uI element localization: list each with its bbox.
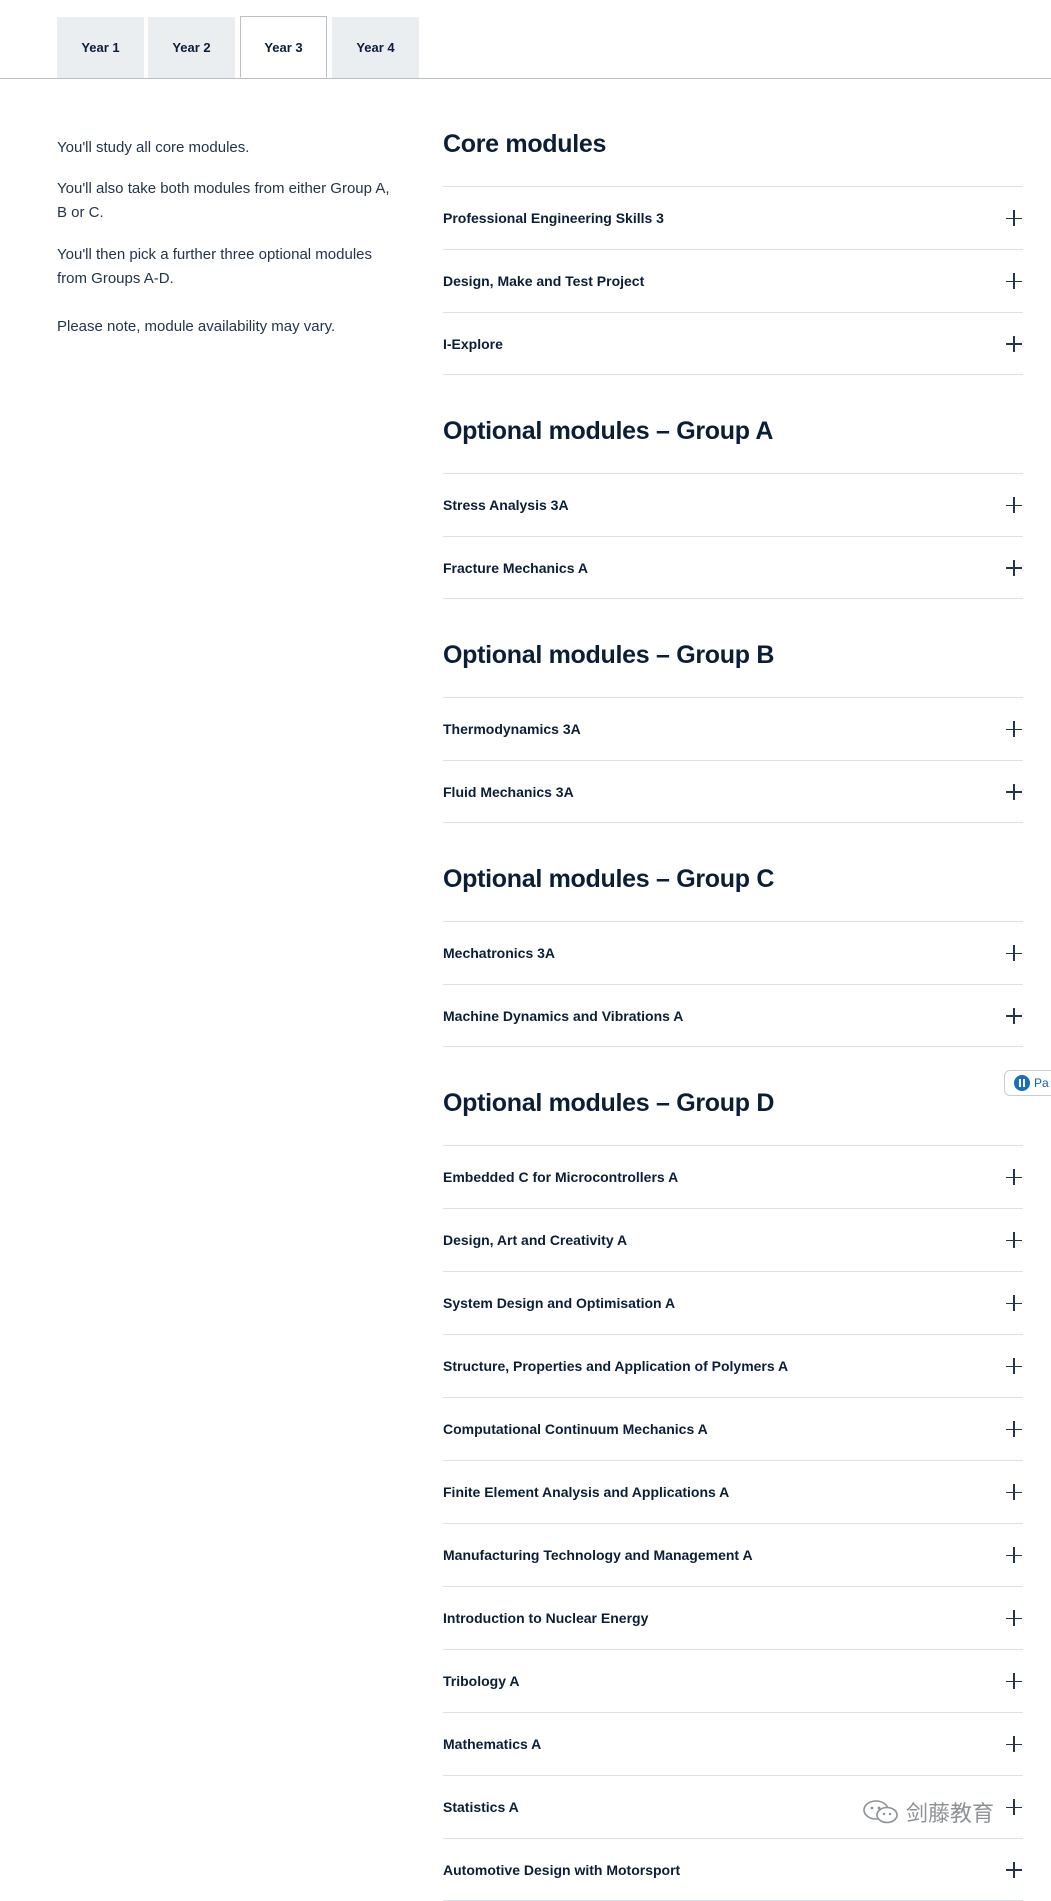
plus-icon[interactable] <box>1006 1007 1022 1024</box>
pause-icon <box>1014 1075 1030 1091</box>
section-title: Optional modules – Group C <box>443 865 775 893</box>
section-title: Core modules <box>443 130 607 158</box>
module-accordion-row[interactable]: Stress Analysis 3A <box>443 473 1023 536</box>
section-title: Optional modules – Group B <box>443 641 775 669</box>
module-name: Computational Continuum Mechanics A <box>443 1421 708 1437</box>
module-name: Tribology A <box>443 1673 520 1689</box>
module-name: Automotive Design with Motorsport <box>443 1861 681 1878</box>
plus-icon[interactable] <box>1006 1421 1022 1437</box>
plus-icon[interactable] <box>1006 497 1022 513</box>
plus-icon[interactable] <box>1006 1736 1022 1752</box>
year-tabs: Year 1 Year 2 Year 3 Year 4 <box>0 0 1051 79</box>
plus-icon[interactable] <box>1006 1232 1022 1248</box>
watermark: 剑藤教育 <box>862 1796 994 1828</box>
module-accordion-row[interactable]: Finite Element Analysis and Applications… <box>443 1460 1023 1523</box>
module-accordion-row[interactable]: Automotive Design with Motorsport <box>443 1838 1023 1901</box>
plus-icon[interactable] <box>1006 273 1022 289</box>
plus-icon[interactable] <box>1006 1610 1022 1626</box>
module-name: System Design and Optimisation A <box>443 1295 676 1311</box>
module-accordion-row[interactable]: Professional Engineering Skills 3 <box>443 186 1023 249</box>
tab-year-1[interactable]: Year 1 <box>57 17 144 78</box>
tab-year-4[interactable]: Year 4 <box>332 17 419 78</box>
plus-icon[interactable] <box>1006 1861 1022 1878</box>
module-name: Machine Dynamics and Vibrations A <box>443 1007 684 1024</box>
intro-paragraph-groups: You'll also take both modules from eithe… <box>57 180 390 221</box>
module-name: Structure, Properties and Application of… <box>443 1358 789 1374</box>
wechat-icon <box>862 1799 900 1825</box>
module-accordion-row[interactable]: System Design and Optimisation A <box>443 1271 1023 1334</box>
module-name: Fluid Mechanics 3A <box>443 783 574 800</box>
tab-year-3[interactable]: Year 3 <box>240 16 327 78</box>
plus-icon[interactable] <box>1006 1358 1022 1374</box>
module-name: Design, Make and Test Project <box>443 273 645 289</box>
module-name: Thermodynamics 3A <box>443 721 581 737</box>
module-name: Mathematics A <box>443 1736 542 1752</box>
module-accordion-row[interactable]: Design, Art and Creativity A <box>443 1208 1023 1271</box>
module-accordion-row[interactable]: Design, Make and Test Project <box>443 249 1023 312</box>
plus-icon[interactable] <box>1006 1673 1022 1689</box>
module-accordion-row[interactable]: Fracture Mechanics A <box>443 536 1023 599</box>
plus-icon[interactable] <box>1006 1169 1022 1185</box>
plus-icon[interactable] <box>1006 945 1022 961</box>
plus-icon[interactable] <box>1006 1295 1022 1311</box>
module-accordion-row[interactable]: Structure, Properties and Application of… <box>443 1334 1023 1397</box>
module-name: Design, Art and Creativity A <box>443 1232 628 1248</box>
module-name: Mechatronics 3A <box>443 945 556 961</box>
plus-icon[interactable] <box>1006 783 1022 800</box>
module-name: Embedded C for Microcontrollers A <box>443 1169 679 1185</box>
module-accordion-row[interactable]: Computational Continuum Mechanics A <box>443 1397 1023 1460</box>
plus-icon[interactable] <box>1006 1799 1022 1815</box>
plus-icon[interactable] <box>1006 210 1022 226</box>
module-accordion-row[interactable]: Mathematics A <box>443 1712 1023 1775</box>
tab-year-2[interactable]: Year 2 <box>148 17 235 78</box>
module-name: I-Explore <box>443 335 503 352</box>
plus-icon[interactable] <box>1006 721 1022 737</box>
module-accordion-row[interactable]: Tribology A <box>443 1649 1023 1712</box>
module-accordion-row[interactable]: Embedded C for Microcontrollers A <box>443 1145 1023 1208</box>
module-accordion-row[interactable]: Mechatronics 3A <box>443 921 1023 984</box>
plus-icon[interactable] <box>1006 335 1022 352</box>
module-name: Fracture Mechanics A <box>443 559 588 576</box>
module-name: Manufacturing Technology and Management … <box>443 1547 753 1563</box>
plus-icon[interactable] <box>1006 1484 1022 1500</box>
intro-paragraph-availability: Please note, module availability may var… <box>57 318 336 335</box>
module-name: Stress Analysis 3A <box>443 497 569 513</box>
section-title: Optional modules – Group A <box>443 417 774 445</box>
watermark-text: 剑藤教育 <box>906 1802 995 1827</box>
plus-icon[interactable] <box>1006 1547 1022 1563</box>
intro-paragraph-optional: You'll then pick a further three optiona… <box>57 246 373 287</box>
plus-icon[interactable] <box>1006 559 1022 576</box>
module-accordion-row[interactable]: Thermodynamics 3A <box>443 697 1023 760</box>
module-name: Finite Element Analysis and Applications… <box>443 1484 730 1500</box>
module-accordion-row[interactable]: Introduction to Nuclear Energy <box>443 1586 1023 1649</box>
side-badge-label: Pa <box>1034 1076 1049 1090</box>
module-name: Statistics A <box>443 1799 519 1815</box>
module-name: Professional Engineering Skills 3 <box>443 210 664 226</box>
module-name: Introduction to Nuclear Energy <box>443 1610 649 1626</box>
section-title: Optional modules – Group D <box>443 1089 775 1117</box>
module-accordion-row[interactable]: Manufacturing Technology and Management … <box>443 1523 1023 1586</box>
module-accordion-row[interactable]: Fluid Mechanics 3A <box>443 760 1023 823</box>
module-accordion-row[interactable]: Machine Dynamics and Vibrations A <box>443 984 1023 1047</box>
module-accordion-row[interactable]: I-Explore <box>443 312 1023 375</box>
intro-paragraph-core: You'll study all core modules. <box>57 139 250 156</box>
side-floating-badge[interactable]: Pa <box>1004 1070 1051 1096</box>
